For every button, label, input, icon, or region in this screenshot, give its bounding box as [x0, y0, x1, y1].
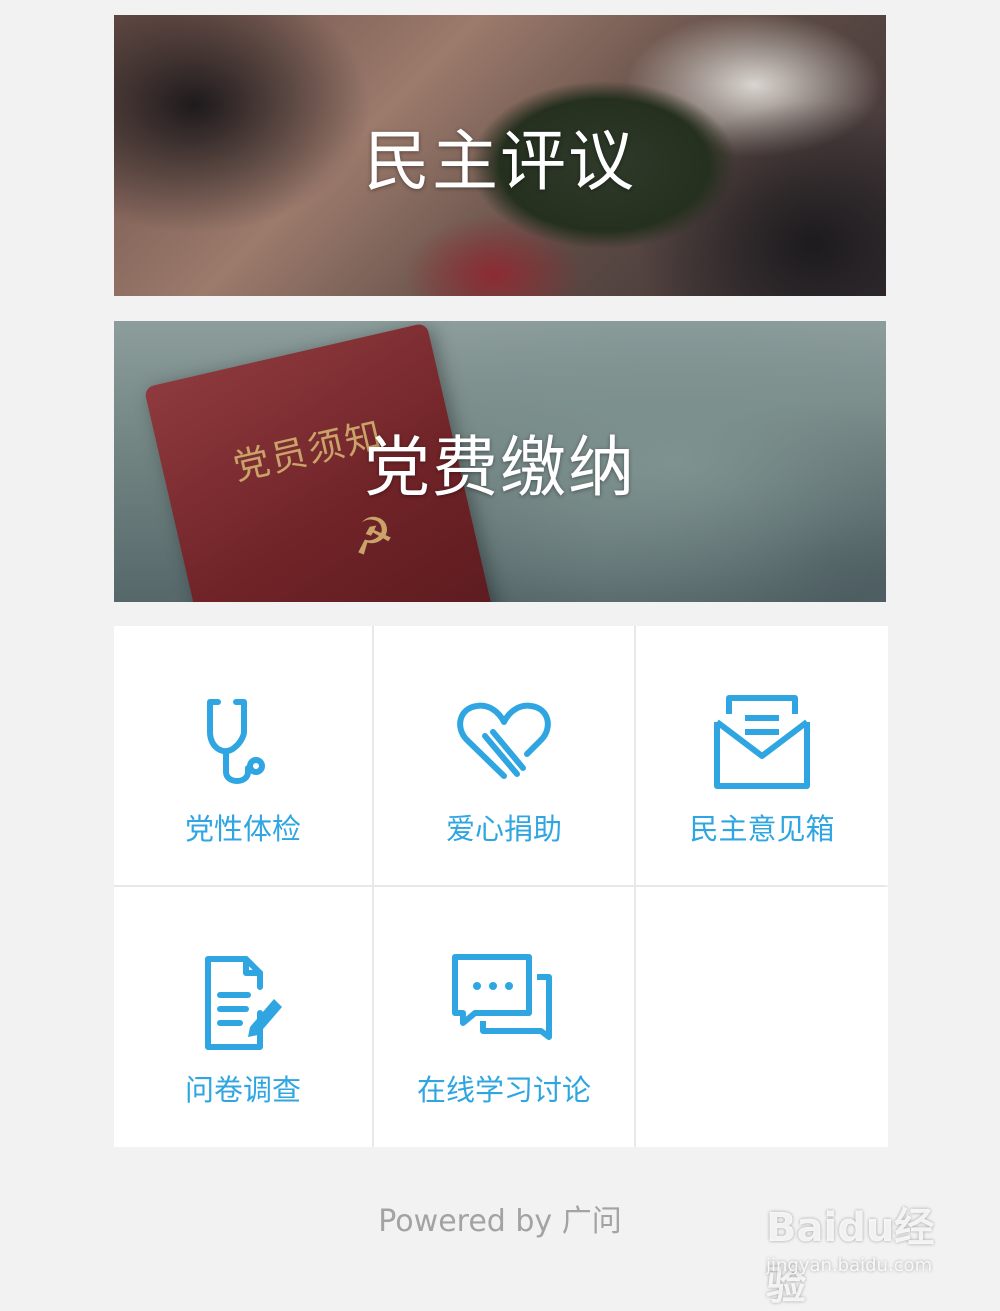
chat-bubbles-icon: [452, 954, 552, 1040]
banner-title: 民主评议: [364, 122, 636, 200]
tile-suggestion-box[interactable]: 民主意见箱: [636, 626, 888, 885]
stethoscope-icon: [207, 699, 265, 784]
tile-online-study-discussion[interactable]: 在线学习讨论: [374, 887, 634, 1147]
envelope-icon: [714, 695, 810, 789]
banner-party-fee-payment[interactable]: 党员须知 ☭ 党费缴纳: [114, 321, 886, 602]
tile-label: 民主意见箱: [689, 812, 835, 846]
tile-label: 党性体检: [184, 812, 301, 846]
feature-grid: 党性体检 爱心捐助 民主意见箱 问卷调查 在线学习讨论: [114, 626, 888, 1147]
tile-label: 在线学习讨论: [416, 1073, 591, 1107]
tile-survey[interactable]: 问卷调查: [114, 887, 372, 1147]
watermark-logo: Baidu经验: [766, 1205, 935, 1309]
tile-party-checkup[interactable]: 党性体检: [114, 626, 372, 885]
tile-charity-donation[interactable]: 爱心捐助: [374, 626, 634, 885]
banner-title: 党费缴纳: [364, 428, 636, 506]
hammer-sickle-icon: ☭: [345, 503, 400, 569]
banner-democratic-review[interactable]: 民主评议: [114, 15, 886, 296]
empty-tile: [636, 887, 888, 1147]
baidu-jingyan-watermark: Baidu经验 jingyan.baidu.com: [766, 1195, 966, 1309]
tile-label: 问卷调查: [184, 1073, 301, 1107]
heart-icon: [457, 702, 551, 779]
watermark-url: jingyan.baidu.com: [766, 1255, 933, 1276]
tile-label: 爱心捐助: [445, 812, 562, 846]
document-edit-icon: [205, 956, 282, 1050]
